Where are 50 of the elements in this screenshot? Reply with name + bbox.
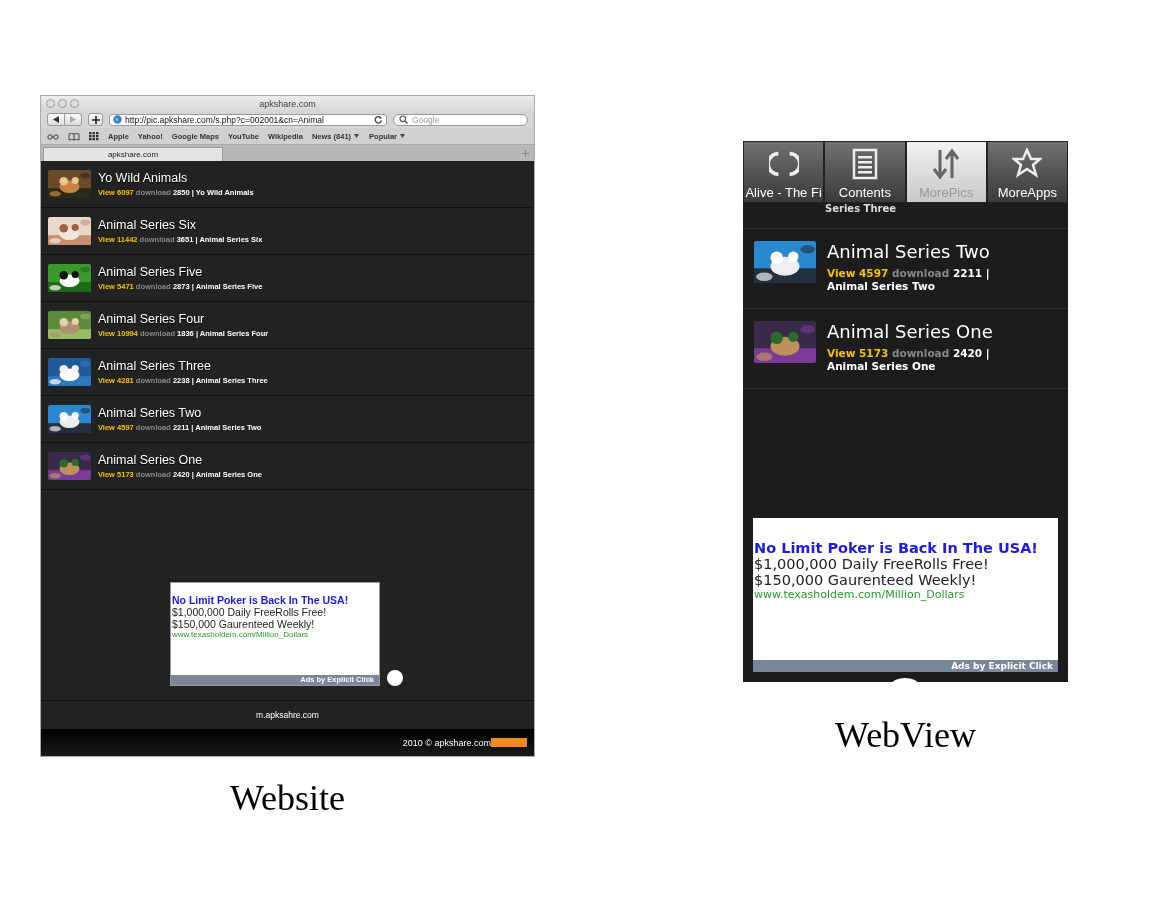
plus-icon xyxy=(91,115,100,124)
item-title: Animal Series Two xyxy=(98,406,203,420)
app-tab[interactable]: Alive - The Fi xyxy=(743,141,825,203)
caret-icon xyxy=(353,132,361,139)
add-bookmark-button[interactable] xyxy=(88,113,103,126)
copyright-text: 2010 © apkshare.com xyxy=(402,737,491,748)
book-icon[interactable] xyxy=(68,131,80,141)
item-subtitle: Series Three xyxy=(825,203,896,214)
app-tab[interactable]: MoreApps xyxy=(986,141,1068,203)
glasses-icon[interactable] xyxy=(47,132,59,140)
ad-headline[interactable]: No Limit Poker is Back In The USA! xyxy=(172,594,378,606)
caret-icon xyxy=(399,132,406,139)
item-title: Animal Series One xyxy=(827,321,994,342)
item-title: Animal Series Three xyxy=(98,359,212,373)
footer-link[interactable]: m.apksahre.com xyxy=(256,710,319,720)
stats-line: View 5173 download 2420 | Animal Series One xyxy=(827,347,991,373)
ad-footer: Ads by Explicit Click xyxy=(753,660,1058,672)
item-title: Animal Series Two xyxy=(827,241,991,262)
scroll-handle-icon xyxy=(890,678,920,684)
browser-tab[interactable]: apkshare.com xyxy=(43,147,223,161)
window-title: apkshare.com xyxy=(259,98,316,109)
search-icon xyxy=(399,115,409,124)
ad-text: $150,000 Gaurenteed Weekly! xyxy=(754,572,978,588)
ad-text: $1,000,000 Daily FreeRolls Free! xyxy=(754,556,990,572)
stats-badge-icon xyxy=(491,738,527,747)
stats-line: View 4597 download 2211 | Animal Series Two xyxy=(827,267,991,293)
address-field[interactable]: http://pic.apkshare.com/s.php?c=002001&cn=Animal xyxy=(109,113,387,126)
globe-icon xyxy=(113,115,122,124)
ad-text: $1,000,000 Daily FreeRolls Free! xyxy=(172,606,328,618)
ad-text: $150,000 Gaurenteed Weekly! xyxy=(172,618,316,630)
item-title: Yo Wild Animals xyxy=(98,171,189,185)
figure-caption: Website xyxy=(229,777,346,819)
list-icon xyxy=(851,148,878,180)
list-row[interactable]: Animal Series Two View 4597 download 2211 | Animal Series Two xyxy=(743,229,1068,309)
grid-icon[interactable] xyxy=(89,131,99,141)
app-tab[interactable]: Contents xyxy=(824,141,906,203)
ad-headline[interactable]: No Limit Poker is Back In The USA! xyxy=(754,540,1057,556)
figure-caption: WebView xyxy=(835,714,976,756)
ad-link[interactable]: www.texasholdem.com/Million_Dollars xyxy=(754,588,1057,601)
item-title: Animal Series One xyxy=(98,453,204,467)
item-title: Animal Series Five xyxy=(98,265,204,279)
star-icon xyxy=(1012,148,1043,178)
item-title: Animal Series Six xyxy=(98,218,197,232)
ad-banner[interactable]: No Limit Poker is Back In The USA! $1,000,000 Daily FreeRolls Free! $150,000 Gaurenteed Weekly! www.texasholdem.com/Million_Dollars Ads by Explicit Click xyxy=(753,518,1058,672)
reload-icon[interactable] xyxy=(374,115,383,124)
item-title: Animal Series Four xyxy=(98,312,206,326)
ad-link[interactable]: www.texasholdem.com/Million_Dollars xyxy=(172,630,378,639)
sort-arrows-icon xyxy=(931,148,962,180)
circle-icon xyxy=(387,670,403,686)
list-row[interactable]: Animal Series One View 5173 download 2420 | Animal Series One xyxy=(743,309,1068,389)
